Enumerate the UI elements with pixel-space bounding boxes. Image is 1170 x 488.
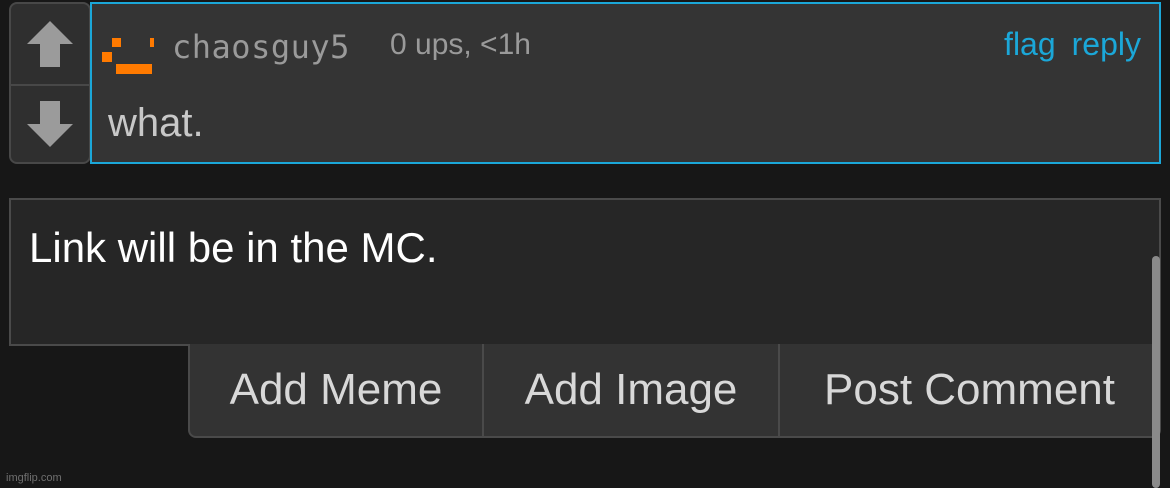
- comment-input[interactable]: Link will be in the MC.: [9, 198, 1161, 346]
- page: chaosguy5 0 ups, <1h flag reply what. Li…: [0, 0, 1170, 488]
- vote-column: [9, 2, 91, 164]
- reply-link[interactable]: reply: [1072, 26, 1141, 63]
- comment-meta: 0 ups, <1h: [390, 28, 531, 61]
- upvote-button[interactable]: [11, 4, 89, 86]
- post-comment-button[interactable]: Post Comment: [780, 344, 1159, 436]
- comment-text: what.: [108, 101, 204, 145]
- comment-box: chaosguy5 0 ups, <1h flag reply what.: [90, 2, 1161, 164]
- add-meme-button[interactable]: Add Meme: [190, 344, 484, 436]
- downvote-button[interactable]: [11, 84, 89, 162]
- comment-actions: flag reply: [1004, 26, 1141, 63]
- username-link[interactable]: chaosguy5: [172, 28, 350, 66]
- arrow-down-icon: [27, 101, 73, 147]
- avatar[interactable]: [102, 38, 154, 76]
- flag-link[interactable]: flag: [1004, 26, 1056, 63]
- add-image-button[interactable]: Add Image: [484, 344, 780, 436]
- arrow-up-icon: [27, 21, 73, 67]
- watermark: imgflip.com: [6, 472, 62, 484]
- scrollbar[interactable]: [1152, 256, 1160, 488]
- comment-button-row: Add Meme Add Image Post Comment: [188, 344, 1161, 438]
